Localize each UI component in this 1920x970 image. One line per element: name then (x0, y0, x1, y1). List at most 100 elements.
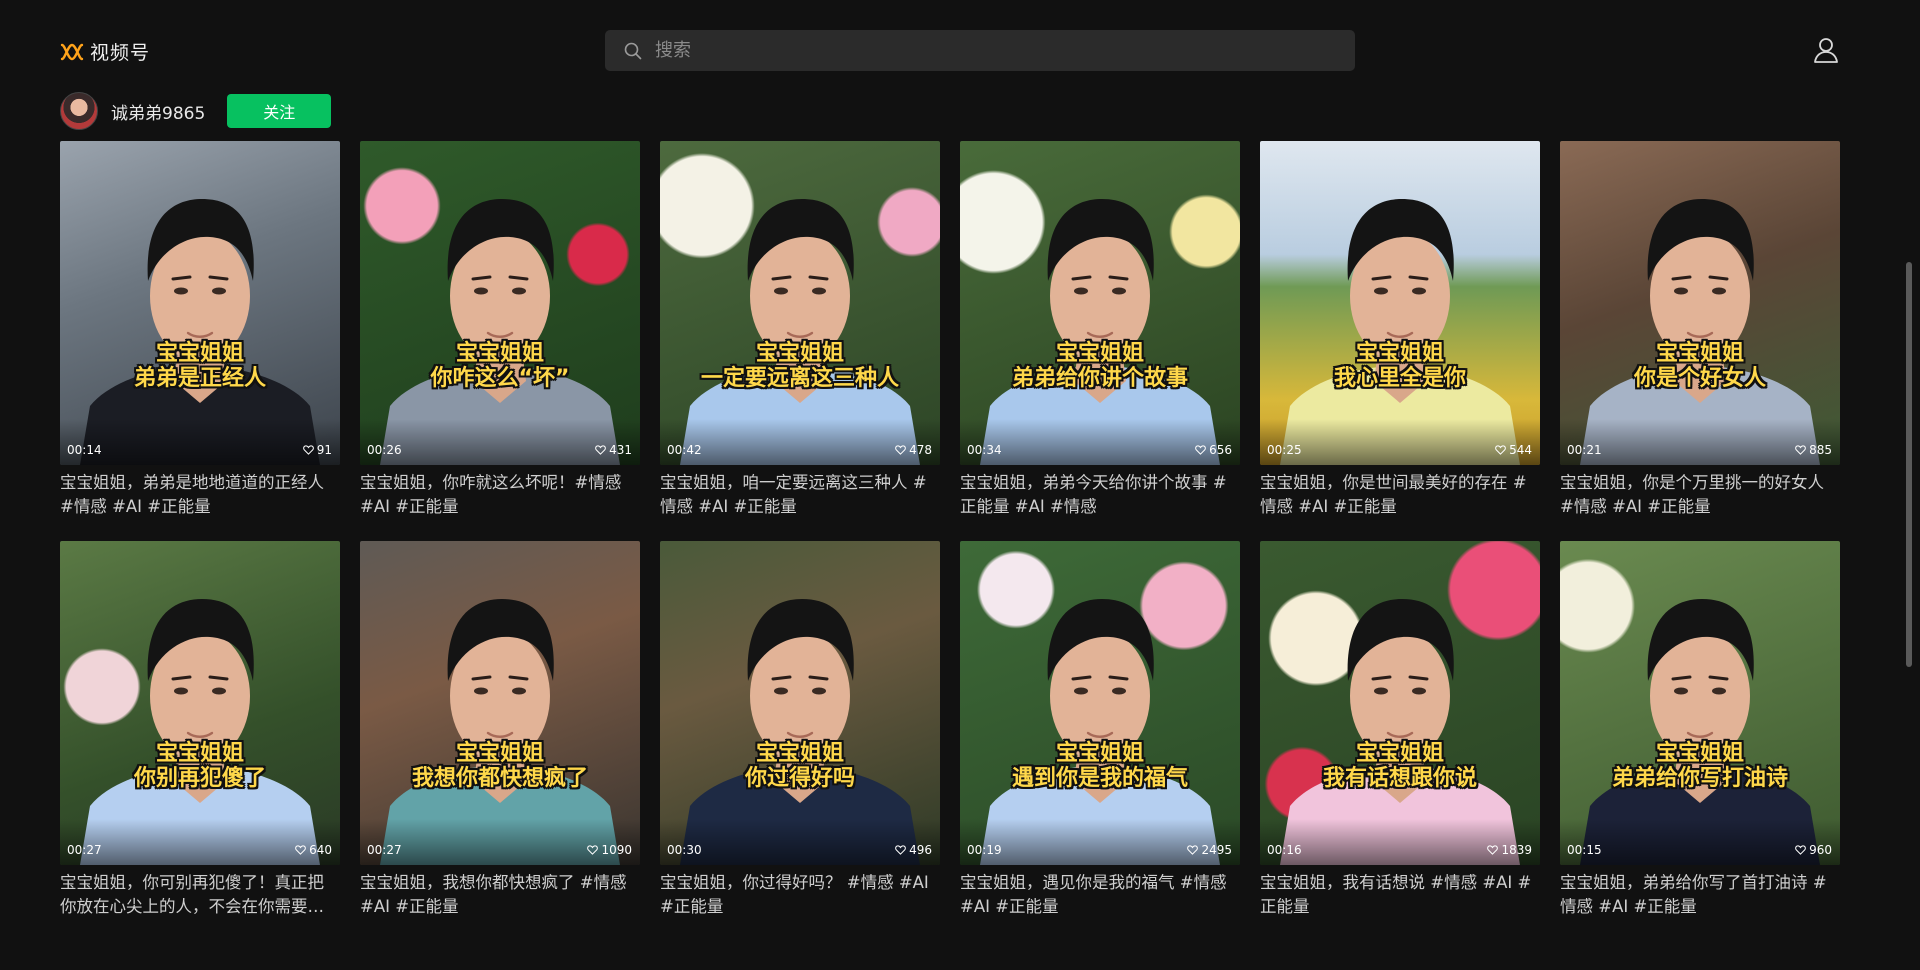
video-duration: 00:26 (367, 443, 402, 457)
caption-overlay: 宝宝姐姐 你别再犯傻了 (60, 741, 340, 791)
caption-line-1: 宝宝姐姐 (155, 341, 244, 366)
heart-icon (895, 845, 906, 855)
caption-line-2: 一定要远离这三种人 (700, 366, 899, 391)
thumbnail-shade (1560, 819, 1840, 865)
video-thumbnail[interactable]: 宝宝姐姐 我心里全是你 00:25 544 (1260, 141, 1540, 465)
video-thumbnail[interactable]: 宝宝姐姐 我想你都快想疯了 00:27 1090 (360, 541, 640, 865)
like-count: 640 (295, 843, 332, 857)
logo-text: 视频号 (90, 42, 151, 64)
author-row: 诚弟弟9865 关注 (60, 90, 332, 132)
video-thumbnail[interactable]: 宝宝姐姐 弟弟是正经人 00:14 91 (60, 141, 340, 465)
video-card[interactable]: 宝宝姐姐 你咋这么“坏” 00:26 431 宝宝姐姐，你咋就这么坏呢！#情感 … (360, 141, 640, 521)
like-count-value: 431 (609, 443, 632, 457)
video-description[interactable]: 宝宝姐姐，你是世间最美好的存在 #情感 #AI #正能量 (1260, 471, 1540, 519)
video-card[interactable]: 宝宝姐姐 你过得好吗 00:30 496 宝宝姐姐，你过得好吗？ #情感 #AI… (660, 541, 940, 921)
video-duration: 00:42 (667, 443, 702, 457)
video-description[interactable]: 宝宝姐姐，你咋就这么坏呢！#情感 #AI #正能量 (360, 471, 640, 519)
like-count: 1090 (587, 843, 632, 857)
portrait-image (1280, 599, 1520, 865)
video-description[interactable]: 宝宝姐姐，弟弟今天给你讲个故事 #正能量 #AI #情感 (960, 471, 1240, 519)
caption-line-2: 我想你都快想疯了 (411, 766, 588, 791)
portrait-image (380, 199, 620, 465)
video-thumbnail[interactable]: 宝宝姐姐 一定要远离这三种人 00:42 478 (660, 141, 940, 465)
like-count: 91 (302, 443, 332, 457)
video-duration: 00:14 (67, 443, 102, 457)
thumbnail-shade (60, 419, 340, 465)
caption-line-2: 弟弟给你写打油诗 (1611, 766, 1788, 791)
heart-icon (1795, 845, 1806, 855)
portrait-image (380, 599, 620, 865)
like-count-value: 478 (909, 443, 932, 457)
heart-icon (895, 445, 906, 455)
video-description[interactable]: 宝宝姐姐，遇见你是我的福气 #情感 #AI #正能量 (960, 871, 1240, 919)
video-duration: 00:15 (1567, 843, 1602, 857)
video-duration: 00:16 (1267, 843, 1302, 857)
video-thumbnail[interactable]: 宝宝姐姐 弟弟给你写打油诗 00:15 960 (1560, 541, 1840, 865)
video-thumbnail[interactable]: 宝宝姐姐 你别再犯傻了 00:27 640 (60, 541, 340, 865)
caption-line-1: 宝宝姐姐 (455, 341, 544, 366)
like-count: 960 (1795, 843, 1832, 857)
thumbnail-shade (960, 819, 1240, 865)
thumbnail-shade (1260, 419, 1540, 465)
video-card[interactable]: 宝宝姐姐 你别再犯傻了 00:27 640 宝宝姐姐，你可别再犯傻了！真正把你放… (60, 541, 340, 921)
like-count-value: 960 (1809, 843, 1832, 857)
video-description[interactable]: 宝宝姐姐，你过得好吗？ #情感 #AI #正能量 (660, 871, 940, 919)
video-thumbnail[interactable]: 宝宝姐姐 我有话想跟你说 00:16 1839 (1260, 541, 1540, 865)
caption-overlay: 宝宝姐姐 你过得好吗 (660, 741, 940, 791)
video-card[interactable]: 宝宝姐姐 遇到你是我的福气 00:19 2495 宝宝姐姐，遇见你是我的福气 #… (960, 541, 1240, 921)
like-count: 544 (1495, 443, 1532, 457)
channels-logo-icon (60, 43, 84, 60)
video-duration: 00:27 (367, 843, 402, 857)
video-description[interactable]: 宝宝姐姐，弟弟给你写了首打油诗 #情感 #AI #正能量 (1560, 871, 1840, 919)
video-card[interactable]: 宝宝姐姐 我想你都快想疯了 00:27 1090 宝宝姐姐，我想你都快想疯了 #… (360, 541, 640, 921)
search-bar[interactable] (605, 30, 1355, 71)
like-count: 656 (1195, 443, 1232, 457)
scrollbar-thumb[interactable] (1906, 262, 1912, 667)
video-description[interactable]: 宝宝姐姐，我有话想说 #情感 #AI #正能量 (1260, 871, 1540, 919)
author-name[interactable]: 诚弟弟9865 (111, 99, 205, 124)
video-description[interactable]: 宝宝姐姐，你是个万里挑一的好女人 #情感 #AI #正能量 (1560, 471, 1840, 519)
video-card[interactable]: 宝宝姐姐 弟弟给你写打油诗 00:15 960 宝宝姐姐，弟弟给你写了首打油诗 … (1560, 541, 1840, 921)
channels-logo[interactable]: 视频号 (60, 38, 150, 65)
like-count-value: 91 (316, 443, 332, 457)
user-icon[interactable] (1812, 36, 1840, 64)
video-card[interactable]: 宝宝姐姐 你是个好女人 00:21 885 宝宝姐姐，你是个万里挑一的好女人 #… (1560, 141, 1840, 521)
video-description[interactable]: 宝宝姐姐，我想你都快想疯了 #情感 #AI #正能量 (360, 871, 640, 919)
video-card[interactable]: 宝宝姐姐 我有话想跟你说 00:16 1839 宝宝姐姐，我有话想说 #情感 #… (1260, 541, 1540, 921)
caption-overlay: 宝宝姐姐 弟弟是正经人 (60, 341, 340, 391)
thumbnail-shade (1560, 419, 1840, 465)
avatar[interactable] (60, 92, 98, 130)
video-card[interactable]: 宝宝姐姐 弟弟给你讲个故事 00:34 656 宝宝姐姐，弟弟今天给你讲个故事 … (960, 141, 1240, 521)
video-card[interactable]: 宝宝姐姐 弟弟是正经人 00:14 91 宝宝姐姐，弟弟是地地道道的正经人 #情… (60, 141, 340, 521)
caption-line-1: 宝宝姐姐 (455, 741, 544, 766)
search-input[interactable] (655, 40, 1335, 61)
video-thumbnail[interactable]: 宝宝姐姐 遇到你是我的福气 00:19 2495 (960, 541, 1240, 865)
like-count-value: 640 (309, 843, 332, 857)
caption-line-1: 宝宝姐姐 (1655, 741, 1744, 766)
video-description[interactable]: 宝宝姐姐，咱一定要远离这三种人 #情感 #AI #正能量 (660, 471, 940, 519)
caption-line-2: 你过得好吗 (744, 766, 855, 791)
caption-overlay: 宝宝姐姐 弟弟给你讲个故事 (960, 341, 1240, 391)
caption-line-2: 你别再犯傻了 (133, 766, 266, 791)
video-thumbnail[interactable]: 宝宝姐姐 你过得好吗 00:30 496 (660, 541, 940, 865)
like-count-value: 656 (1209, 443, 1232, 457)
video-thumbnail[interactable]: 宝宝姐姐 你咋这么“坏” 00:26 431 (360, 141, 640, 465)
video-duration: 00:34 (967, 443, 1002, 457)
caption-line-1: 宝宝姐姐 (1055, 341, 1144, 366)
video-description[interactable]: 宝宝姐姐，你可别再犯傻了！真正把你放在心尖上的人，不会在你需要的时候消失 (60, 871, 340, 919)
video-thumbnail[interactable]: 宝宝姐姐 弟弟给你讲个故事 00:34 656 (960, 141, 1240, 465)
video-card[interactable]: 宝宝姐姐 一定要远离这三种人 00:42 478 宝宝姐姐，咱一定要远离这三种人… (660, 141, 940, 521)
caption-line-1: 宝宝姐姐 (1055, 741, 1144, 766)
like-count-value: 885 (1809, 443, 1832, 457)
thumbnail-shade (60, 819, 340, 865)
caption-overlay: 宝宝姐姐 我想你都快想疯了 (360, 741, 640, 791)
caption-line-2: 弟弟是正经人 (133, 366, 266, 391)
video-description[interactable]: 宝宝姐姐，弟弟是地地道道的正经人 #情感 #AI #正能量 (60, 471, 340, 519)
video-thumbnail[interactable]: 宝宝姐姐 你是个好女人 00:21 885 (1560, 141, 1840, 465)
portrait-image (80, 599, 320, 865)
video-card[interactable]: 宝宝姐姐 我心里全是你 00:25 544 宝宝姐姐，你是世间最美好的存在 #情… (1260, 141, 1540, 521)
heart-icon (1487, 845, 1499, 855)
video-duration: 00:30 (667, 843, 702, 857)
portrait-image (1580, 599, 1820, 865)
follow-button[interactable]: 关注 (227, 94, 332, 128)
